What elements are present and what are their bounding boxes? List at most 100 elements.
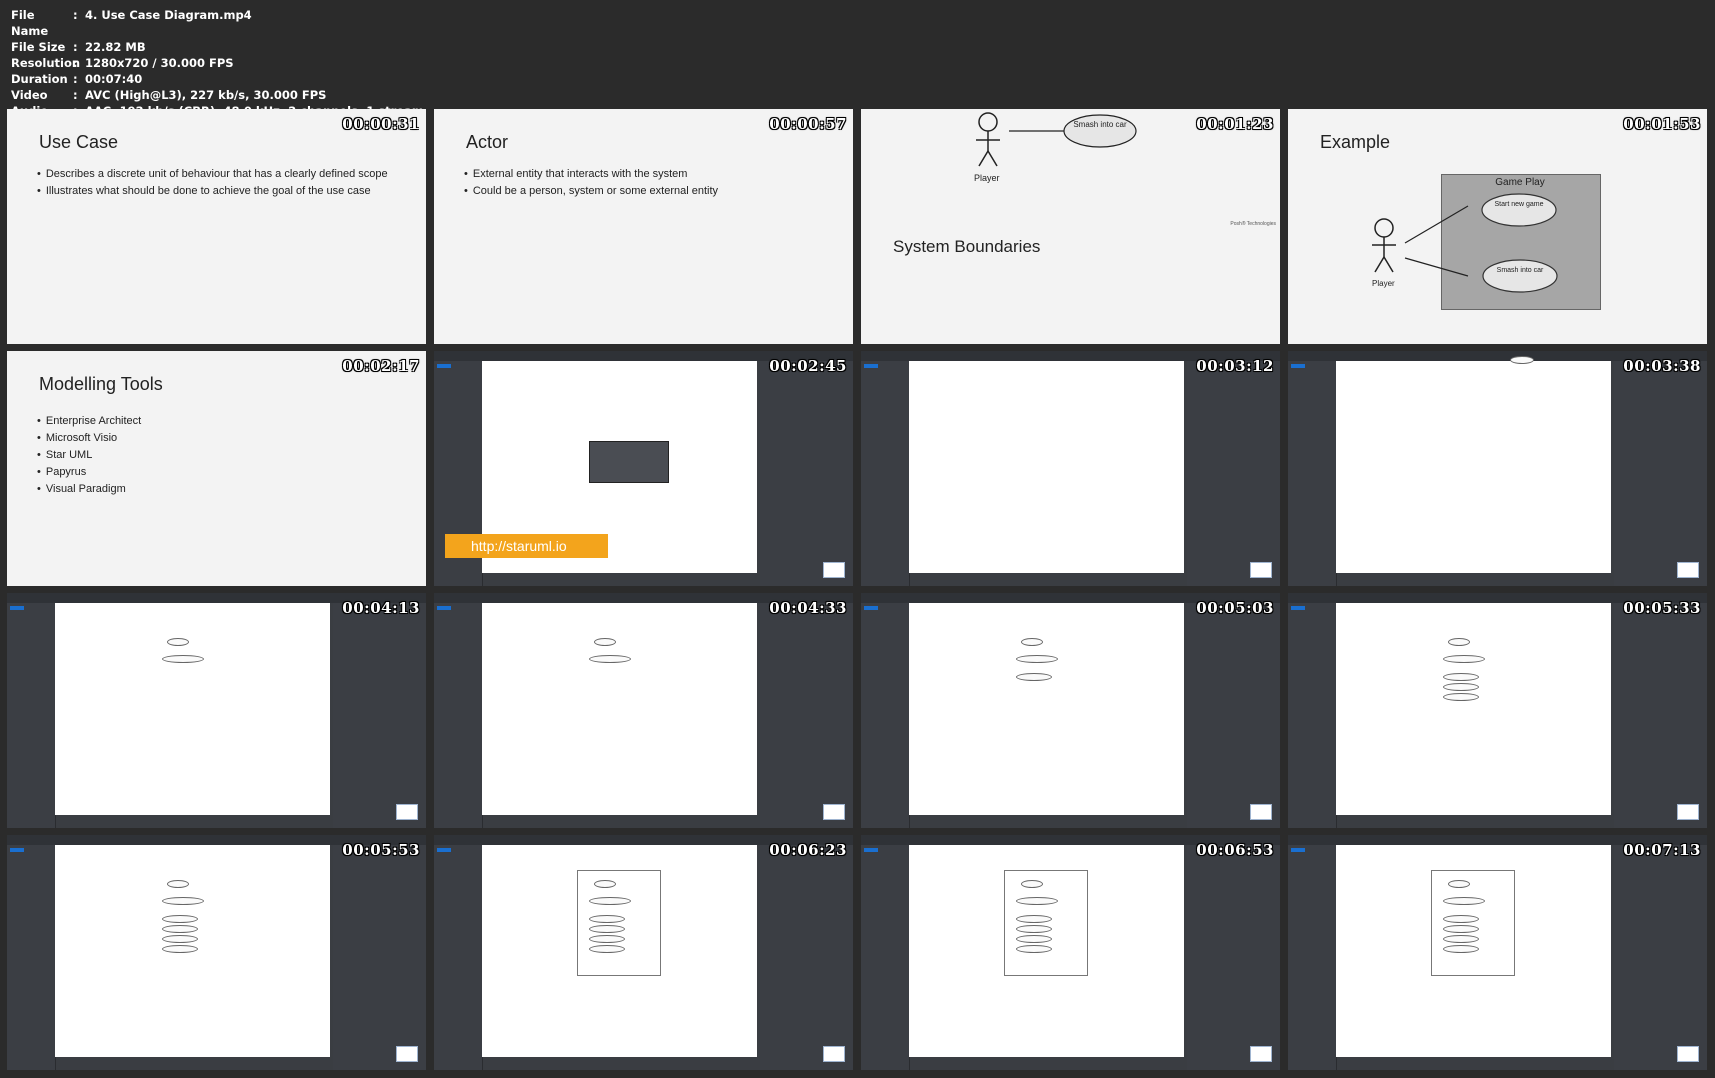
- use-case-ellipse: [1443, 897, 1485, 905]
- bullet-item: Microsoft Visio: [37, 432, 141, 444]
- thumbnail-8[interactable]: 00:03:38: [1288, 351, 1707, 586]
- left-panel: [1288, 603, 1337, 828]
- use-case-ellipse: [1443, 655, 1485, 663]
- panel-tab: [864, 364, 878, 368]
- timestamp: 00:01:53: [1623, 115, 1701, 133]
- slide-title: System Boundaries: [893, 237, 1041, 256]
- use-case-ellipse: [589, 935, 625, 943]
- use-case-ellipse: [1016, 897, 1058, 905]
- minimap: [1250, 1046, 1272, 1062]
- thumbnail-6[interactable]: http://staruml.io 00:02:45: [434, 351, 853, 586]
- use-case-ellipse: [1016, 945, 1052, 953]
- panel-tab: [10, 848, 24, 852]
- diagram-canvas[interactable]: [55, 603, 330, 815]
- diagram-canvas[interactable]: [909, 361, 1184, 573]
- panel-tab: [864, 606, 878, 610]
- thumbnail-2[interactable]: Actor External entity that interacts wit…: [434, 109, 853, 344]
- staruml-window: [434, 593, 853, 828]
- use-case-ellipse: [1510, 356, 1534, 364]
- file-size-row: File Size:22.82 MB: [11, 39, 424, 55]
- bullet-item: Illustrates what should be done to achie…: [37, 185, 388, 197]
- actor-label: Player: [974, 173, 1000, 183]
- meta-value: 22.82 MB: [85, 40, 146, 54]
- thumbnail-9[interactable]: 00:04:13: [7, 593, 426, 828]
- use-case-ellipse: [1016, 655, 1058, 663]
- right-panel: [1187, 845, 1280, 1070]
- use-case-ellipse: [1016, 915, 1052, 923]
- timestamp: 00:07:13: [1623, 841, 1701, 859]
- meta-sep: :: [73, 72, 78, 86]
- thumbnail-11[interactable]: 00:05:03: [861, 593, 1280, 828]
- minimap: [396, 1046, 418, 1062]
- use-case-ellipse: [1016, 673, 1052, 681]
- staruml-window: [1288, 835, 1707, 1070]
- use-case-ellipse: [589, 655, 631, 663]
- diagram-canvas[interactable]: [909, 603, 1184, 815]
- thumbnail-14[interactable]: 00:06:23: [434, 835, 853, 1070]
- timestamp: 00:03:12: [1196, 357, 1274, 375]
- use-case-ellipse: [1443, 945, 1479, 953]
- right-panel: [1614, 603, 1707, 828]
- thumbnail-13[interactable]: 00:05:53: [7, 835, 426, 1070]
- use-case-ellipse: [1482, 259, 1558, 293]
- staruml-window: http://staruml.io: [434, 351, 853, 586]
- brand-logo: Posh® Technologies: [1230, 221, 1276, 227]
- staruml-window: [861, 351, 1280, 586]
- thumbnail-5[interactable]: Modelling Tools Enterprise Architect Mic…: [7, 351, 426, 586]
- use-case-label: Smash into car: [1496, 267, 1544, 274]
- thumbnail-15[interactable]: 00:06:53: [861, 835, 1280, 1070]
- timestamp: 00:02:17: [342, 357, 420, 375]
- bullet-item: Describes a discrete unit of behaviour t…: [37, 168, 388, 180]
- meta-value: 4. Use Case Diagram.mp4: [85, 8, 252, 22]
- association-line: [1404, 205, 1469, 244]
- association-line: [1404, 257, 1469, 277]
- use-case-label: Start new game: [1494, 201, 1544, 208]
- thumbnail-16[interactable]: 00:07:13: [1288, 835, 1707, 1070]
- thumbnail-1[interactable]: Use Case Describes a discrete unit of be…: [7, 109, 426, 344]
- thumbnail-3[interactable]: Smash into car Player Posh® Technologies…: [861, 109, 1280, 344]
- timestamp: 00:05:53: [342, 841, 420, 859]
- panel-tab: [10, 606, 24, 610]
- staruml-window: [434, 835, 853, 1070]
- right-panel: [1614, 361, 1707, 586]
- panel-tab: [437, 848, 451, 852]
- system-boundary-box: [1004, 870, 1088, 976]
- staruml-window: [7, 835, 426, 1070]
- use-case-ellipse: [1443, 935, 1479, 943]
- timestamp: 00:05:03: [1196, 599, 1274, 617]
- use-case-ellipse: [1021, 638, 1043, 646]
- meta-value: AVC (High@L3), 227 kb/s, 30.000 FPS: [85, 88, 327, 102]
- thumbnail-4[interactable]: Example Game Play Start new game Smash i…: [1288, 109, 1707, 344]
- left-panel: [7, 603, 56, 828]
- use-case-ellipse: [589, 925, 625, 933]
- actor-label: Player: [1372, 279, 1395, 288]
- use-case-ellipse: [1448, 638, 1470, 646]
- thumbnail-12[interactable]: 00:05:33: [1288, 593, 1707, 828]
- use-case-ellipse: [1016, 925, 1052, 933]
- bullet-item: Papyrus: [37, 466, 141, 478]
- staruml-window: [1288, 351, 1707, 586]
- diagram-canvas[interactable]: [482, 603, 757, 815]
- duration-row: Duration:00:07:40: [11, 71, 424, 87]
- slide-use-case: Use Case Describes a discrete unit of be…: [7, 109, 426, 344]
- slide-system-boundaries: Smash into car Player Posh® Technologies…: [861, 109, 1280, 344]
- slide-title: Use Case: [39, 132, 119, 152]
- diagram-canvas[interactable]: [1336, 603, 1611, 815]
- meta-key: File Name: [11, 8, 49, 38]
- use-case-ellipse: [589, 945, 625, 953]
- minimap: [823, 804, 845, 820]
- thumbnail-10[interactable]: 00:04:33: [434, 593, 853, 828]
- system-boundary-box: [577, 870, 661, 976]
- ellipse-label: Smash into car: [1073, 120, 1127, 129]
- meta-key: File Size: [11, 40, 66, 54]
- use-case-ellipse: [162, 945, 198, 953]
- diagram-canvas[interactable]: [1336, 361, 1611, 573]
- panel-tab: [1291, 364, 1305, 368]
- thumbnail-7[interactable]: 00:03:12: [861, 351, 1280, 586]
- minimap: [1677, 562, 1699, 578]
- right-panel: [333, 845, 426, 1070]
- meta-sep: :: [73, 40, 78, 54]
- use-case-ellipse: [1443, 693, 1479, 701]
- timestamp: 00:06:53: [1196, 841, 1274, 859]
- panel-tab: [864, 848, 878, 852]
